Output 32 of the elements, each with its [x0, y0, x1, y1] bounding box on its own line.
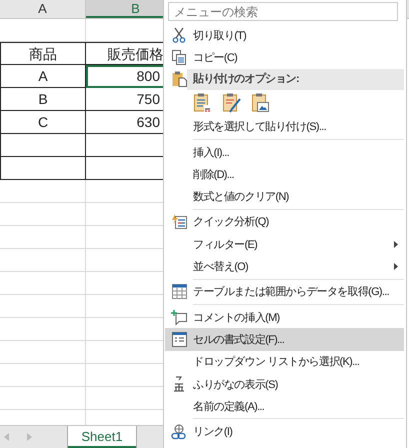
paste-formatting-icon[interactable]: [223, 92, 241, 113]
menu-item[interactable]: コメントの挿入(M): [165, 306, 404, 328]
paste-picture-icon[interactable]: [252, 92, 270, 113]
menu-item[interactable]: セルの書式設定(F)...: [165, 328, 404, 351]
furigana-icon: [173, 376, 185, 392]
menu-item[interactable]: 名前の定義(A)...: [165, 395, 404, 418]
scissors-icon: [172, 27, 186, 44]
menu-item[interactable]: 挿入(I)...: [165, 140, 404, 164]
link-icon: [171, 424, 187, 440]
comment-icon: [171, 310, 187, 325]
format-cells-icon: [172, 332, 186, 347]
menu-item[interactable]: 数式と値のクリア(N): [165, 185, 404, 208]
table-cell: A: [0, 65, 86, 88]
quick-analysis-icon: [172, 214, 186, 230]
paste-values-icon[interactable]: [194, 92, 212, 113]
menu-item[interactable]: 削除(D)...: [165, 163, 404, 186]
table-cell: C: [0, 111, 86, 134]
sheet-tab[interactable]: Sheet1: [68, 426, 136, 448]
copy-icon: [172, 50, 186, 65]
menu-item[interactable]: テーブルまたは範囲からデータを取得(G)...: [165, 280, 404, 303]
menu-item[interactable]: 並べ替え(O): [165, 255, 404, 278]
table-cell: B: [0, 88, 86, 111]
menu-item[interactable]: ふりがなの表示(S): [165, 372, 404, 396]
menu-item[interactable]: フィルター(E): [165, 233, 404, 256]
menu-item[interactable]: リンク(I): [165, 420, 404, 443]
header-cell: 商品: [0, 42, 86, 65]
clipboard-icon: [172, 71, 186, 88]
menu-item[interactable]: ドロップダウン リストから選択(K)...: [165, 350, 404, 373]
section-header: 貼り付けのオプション:: [187, 68, 404, 90]
table-icon: [172, 284, 186, 300]
search-field[interactable]: メニューの検索: [168, 2, 398, 21]
menu-item[interactable]: クイック分析(Q): [165, 210, 404, 234]
